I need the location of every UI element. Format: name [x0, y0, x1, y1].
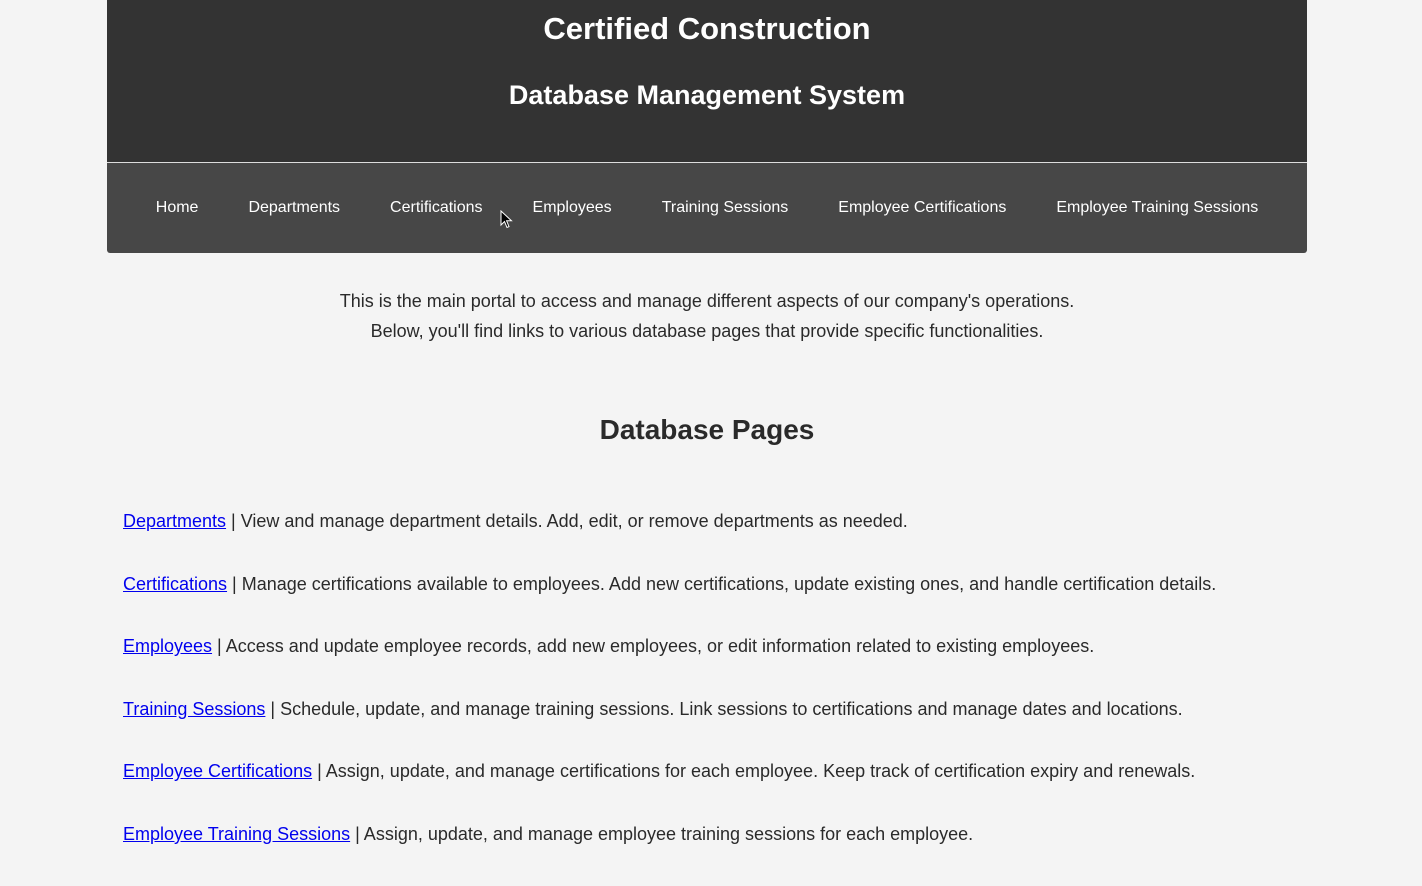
- nav-employees[interactable]: Employees: [508, 198, 637, 218]
- list-item-certifications: Certifications | Manage certifications a…: [123, 573, 1307, 636]
- nav-employee-certifications[interactable]: Employee Certifications: [813, 198, 1031, 218]
- desc-employee-training-sessions: | Assign, update, and manage employee tr…: [350, 823, 974, 844]
- mouse-cursor-icon: [500, 210, 513, 229]
- section-title: Database Pages: [599, 414, 815, 445]
- list-item-employees: Employees | Access and update employee r…: [123, 635, 1307, 698]
- desc-departments: | View and manage department details. Ad…: [226, 511, 908, 531]
- nav-employee-training-sessions[interactable]: Employee Training Sessions: [1031, 198, 1283, 218]
- site-title: Certified Construction: [543, 11, 871, 46]
- link-certifications[interactable]: Certifications: [123, 574, 227, 594]
- nav-certifications[interactable]: Certifications: [365, 198, 507, 218]
- desc-training-sessions: | Schedule, update, and manage training …: [265, 698, 1183, 719]
- desc-employee-certifications: | Assign, update, and manage certificati…: [312, 761, 1196, 782]
- site-header: Certified Construction Database Manageme…: [107, 0, 1307, 163]
- nav-training-sessions[interactable]: Training Sessions: [637, 198, 814, 218]
- nav-departments[interactable]: Departments: [223, 198, 365, 218]
- intro-line-1: This is the main portal to access and ma…: [339, 291, 1075, 311]
- intro-line-2: Below, you'll find links to various data…: [370, 321, 1044, 341]
- link-employee-certifications[interactable]: Employee Certifications: [123, 761, 312, 781]
- main-nav: Home Departments Certifications Employee…: [107, 163, 1307, 253]
- page-container: Certified Construction Database Manageme…: [107, 0, 1307, 886]
- link-employee-training-sessions[interactable]: Employee Training Sessions: [123, 824, 350, 844]
- list-item-departments: Departments | View and manage department…: [123, 510, 1307, 573]
- desc-employees: | Access and update employee records, ad…: [212, 636, 1095, 657]
- link-employees[interactable]: Employees: [123, 636, 212, 656]
- list-item-employee-training-sessions: Employee Training Sessions | Assign, upd…: [123, 823, 1307, 886]
- link-departments[interactable]: Departments: [123, 511, 226, 531]
- nav-home[interactable]: Home: [131, 198, 224, 218]
- list-item-employee-certifications: Employee Certifications | Assign, update…: [123, 760, 1307, 823]
- database-pages-list: Departments | View and manage department…: [107, 510, 1307, 886]
- link-training-sessions[interactable]: Training Sessions: [123, 699, 265, 719]
- intro-text: This is the main portal to access and ma…: [107, 286, 1307, 346]
- list-item-training-sessions: Training Sessions | Schedule, update, an…: [123, 698, 1307, 761]
- site-subtitle: Database Management System: [508, 80, 906, 110]
- desc-certifications: | Manage certifications available to emp…: [227, 573, 1217, 594]
